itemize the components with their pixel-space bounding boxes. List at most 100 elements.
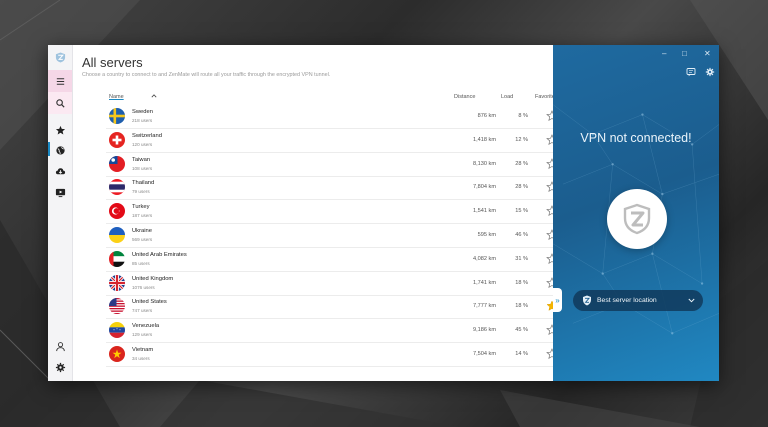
collapse-panel-button[interactable]: » xyxy=(553,288,562,312)
user-count: 129 users xyxy=(132,332,153,338)
uae-flag-icon xyxy=(109,250,125,267)
country-name: Taiwan xyxy=(132,156,151,163)
chevron-down-icon xyxy=(688,298,695,303)
distance-column-header[interactable]: Distance xyxy=(454,94,475,100)
minimize-button[interactable]: – xyxy=(662,49,666,58)
distance-value: 1,541 km xyxy=(472,208,496,215)
search-icon xyxy=(55,98,65,108)
server-row-switzerland[interactable]: Switzerland 120 users 1,418 km 12 % xyxy=(106,129,568,153)
server-row-taiwan[interactable]: Taiwan 108 users 8,130 km 28 % xyxy=(106,153,568,177)
name-column-header[interactable]: Name xyxy=(109,94,124,100)
load-value: 14 % xyxy=(515,351,528,357)
distance-value: 1,418 km xyxy=(472,136,496,143)
location-label: Best server location xyxy=(597,297,657,304)
uk-flag-icon xyxy=(109,274,125,291)
streaming-nav-button[interactable] xyxy=(48,183,72,201)
settings-nav-button[interactable] xyxy=(48,358,72,376)
user-count: 108 users xyxy=(132,165,153,171)
distance-value: 7,804 km xyxy=(472,184,496,191)
favorite-column-header[interactable]: Favorite xyxy=(535,94,555,100)
taiwan-flag-icon xyxy=(109,155,125,172)
user-count: 85 users xyxy=(132,260,150,266)
vpn-status-panel: – □ ✕ VPN not connected! » Best server l… xyxy=(553,45,719,381)
user-count: 79 users xyxy=(132,189,150,195)
sweden-flag-icon xyxy=(109,108,125,124)
ukraine-flag-icon xyxy=(109,227,125,243)
distance-value: 9,186 km xyxy=(472,327,496,334)
load-value: 12 % xyxy=(515,136,528,143)
best-server-location-dropdown[interactable]: Best server location xyxy=(573,290,703,311)
server-row-turkey[interactable]: Turkey 187 users 1,541 km 15 % xyxy=(106,200,568,225)
country-name: Ukraine xyxy=(132,228,152,234)
country-name: United Arab Emirates xyxy=(132,251,187,258)
server-row-venezuela[interactable]: Venezuela 129 users 9,186 km 45 % xyxy=(106,319,568,344)
zenmate-window: All servers Choose a country to connect … xyxy=(48,45,719,381)
country-name: United States xyxy=(132,299,167,306)
distance-value: 8,130 km xyxy=(472,160,496,167)
thailand-flag-icon xyxy=(109,179,125,196)
chat-icon[interactable] xyxy=(686,67,696,77)
all-servers-nav-button[interactable] xyxy=(48,141,72,159)
server-row-united-states[interactable]: United States 747 users 7,777 km 18 % xyxy=(106,295,568,320)
menu-button[interactable] xyxy=(48,70,72,92)
zenmate-logo-icon xyxy=(48,48,72,66)
load-value: 18 % xyxy=(515,279,528,286)
sort-ascending-icon xyxy=(151,94,157,98)
country-name: Switzerland xyxy=(132,132,162,139)
user-icon xyxy=(55,341,65,351)
load-value: 46 % xyxy=(515,232,528,238)
page-title: All servers xyxy=(82,55,143,70)
hamburger-icon xyxy=(56,77,64,85)
turkey-flag-icon xyxy=(109,203,125,220)
vpn-status-text: VPN not connected! xyxy=(580,131,692,145)
all-servers-panel: All servers Choose a country to connect … xyxy=(73,45,573,381)
gear-icon xyxy=(55,362,65,372)
star-icon xyxy=(55,125,65,134)
distance-value: 4,082 km xyxy=(472,255,496,262)
distance-value: 7,504 km xyxy=(472,351,496,357)
country-name: Thailand xyxy=(132,180,155,187)
server-row-uae[interactable]: United Arab Emirates 85 users 4,082 km 3… xyxy=(106,248,568,272)
favorites-nav-button[interactable] xyxy=(48,121,72,139)
distance-value: 7,777 km xyxy=(472,303,496,310)
nav-rail xyxy=(48,45,73,381)
account-nav-button[interactable] xyxy=(48,337,72,355)
server-row-united-kingdom[interactable]: United Kingdom 1076 users 1,741 km 18 % xyxy=(106,272,568,296)
user-count: 1076 users xyxy=(132,284,155,290)
search-button[interactable] xyxy=(48,92,72,114)
connect-button[interactable] xyxy=(607,189,667,249)
maximize-button[interactable]: □ xyxy=(682,49,687,58)
close-button[interactable]: ✕ xyxy=(704,49,711,58)
page-subtitle: Choose a country to connect to and ZenMa… xyxy=(82,72,331,78)
video-icon xyxy=(55,188,65,197)
server-row-thailand[interactable]: Thailand 79 users 7,804 km 28 % xyxy=(106,176,568,201)
country-name: Venezuela xyxy=(132,323,160,330)
server-row-vietnam[interactable]: Vietnam 34 users 7,504 km 14 % xyxy=(106,343,568,367)
smart-locations-nav-button[interactable] xyxy=(48,162,72,180)
country-name: Vietnam xyxy=(132,347,154,353)
country-name: Sweden xyxy=(132,109,153,115)
load-value: 45 % xyxy=(515,327,528,334)
globe-icon xyxy=(55,145,65,155)
cloud-download-icon xyxy=(55,167,65,174)
gear-icon[interactable] xyxy=(705,67,715,77)
user-count: 569 users xyxy=(132,237,153,242)
distance-value: 876 km xyxy=(477,113,496,119)
load-value: 28 % xyxy=(515,160,528,167)
shield-location-icon xyxy=(583,295,591,306)
user-count: 747 users xyxy=(132,308,153,314)
distance-value: 595 km xyxy=(477,232,496,238)
load-column-header[interactable]: Load xyxy=(501,94,513,100)
load-value: 8 % xyxy=(518,113,528,119)
us-flag-icon xyxy=(109,298,125,315)
venezuela-flag-icon xyxy=(109,322,125,339)
vietnam-flag-icon xyxy=(109,346,125,362)
distance-value: 1,741 km xyxy=(472,279,496,286)
server-row-sweden[interactable]: Sweden 218 users 876 km 8 % xyxy=(106,105,568,129)
server-row-ukraine[interactable]: Ukraine 569 users 595 km 46 % xyxy=(106,224,568,248)
load-value: 18 % xyxy=(515,303,528,310)
user-count: 34 users xyxy=(132,356,150,361)
switzerland-flag-icon xyxy=(109,131,125,148)
load-value: 28 % xyxy=(515,184,528,191)
user-count: 120 users xyxy=(132,141,153,147)
